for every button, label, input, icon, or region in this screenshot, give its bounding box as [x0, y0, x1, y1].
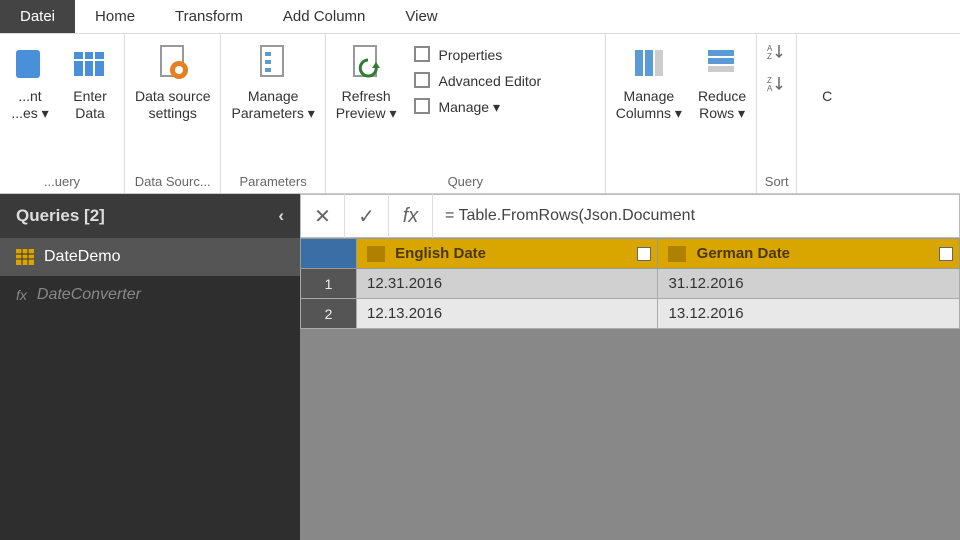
reduce-rows-label: ReduceRows ▾ — [698, 88, 746, 122]
reduce-rows-icon — [702, 44, 742, 84]
ribbon-group-label-query: ...uery — [4, 172, 120, 191]
ribbon-group-label-query2: Query — [330, 172, 601, 191]
menu-transform[interactable]: Transform — [155, 0, 263, 33]
manage-columns-label: ManageColumns ▾ — [616, 88, 682, 122]
recent-sources-button[interactable]: ...nt...es ▾ — [4, 40, 56, 126]
ribbon-group-columns: ManageColumns ▾ ReduceRows ▾ — [606, 34, 757, 193]
manage-icon — [414, 98, 432, 116]
svg-text:A: A — [767, 84, 773, 93]
data-source-settings-button[interactable]: Data sourcesettings — [129, 40, 216, 126]
query-name: DateDemo — [44, 248, 120, 266]
formula-fx-button[interactable]: fx — [389, 194, 433, 238]
svg-text:Z: Z — [767, 52, 772, 61]
parameters-icon — [253, 44, 293, 84]
cell[interactable]: 31.12.2016 — [658, 269, 960, 299]
collapse-icon[interactable]: ‹ — [278, 206, 284, 226]
menu-view[interactable]: View — [385, 0, 457, 33]
recent-sources-label: ...nt...es ▾ — [11, 88, 48, 122]
query-name: DateConverter — [37, 286, 141, 304]
column-dropdown-icon[interactable] — [637, 247, 651, 261]
data-source-icon — [153, 44, 193, 84]
sort-desc-icon: ZA — [766, 74, 786, 94]
column-header-german-date[interactable]: German Date — [658, 239, 960, 269]
data-source-label: Data sourcesettings — [135, 88, 210, 122]
row-number: 2 — [301, 299, 357, 329]
manage-button[interactable]: Manage ▾ — [410, 96, 545, 118]
column-label: German Date — [697, 245, 790, 262]
ribbon-group-label-columns — [610, 187, 752, 191]
recent-sources-icon — [10, 44, 50, 84]
workspace: Queries [2] ‹ DateDemo fx DateConverter … — [0, 194, 960, 540]
formula-cancel-button[interactable]: ✕ — [301, 194, 345, 238]
menu-datei[interactable]: Datei — [0, 0, 75, 33]
properties-icon — [414, 46, 432, 64]
properties-button[interactable]: Properties — [410, 44, 545, 66]
table-icon — [16, 249, 34, 265]
cell[interactable]: 12.31.2016 — [356, 269, 658, 299]
column-type-icon — [668, 246, 686, 262]
properties-label: Properties — [438, 47, 502, 63]
refresh-icon — [346, 44, 386, 84]
manage-label: Manage ▾ — [438, 99, 500, 116]
formula-input[interactable]: = Table.FromRows(Json.Document — [433, 207, 959, 225]
table-row[interactable]: 1 12.31.2016 31.12.2016 — [301, 269, 960, 299]
split-label: C — [822, 88, 832, 105]
query-item-dateconverter[interactable]: fx DateConverter — [0, 276, 300, 314]
ribbon-group-parameters: ManageParameters ▾ Parameters — [221, 34, 325, 193]
main-area: ✕ ✓ fx = Table.FromRows(Json.Document En… — [300, 194, 960, 540]
sort-asc-button[interactable]: AZ — [761, 40, 791, 68]
fx-icon: fx — [16, 287, 27, 303]
enter-data-button[interactable]: EnterData — [60, 40, 120, 126]
advanced-editor-label: Advanced Editor — [438, 73, 541, 89]
refresh-preview-button[interactable]: RefreshPreview ▾ — [330, 40, 403, 126]
advanced-editor-icon — [414, 72, 432, 90]
ribbon-group-label-parameters: Parameters — [225, 172, 320, 191]
enter-data-icon — [70, 44, 110, 84]
menu-add-column[interactable]: Add Column — [263, 0, 386, 33]
refresh-preview-label: RefreshPreview ▾ — [336, 88, 397, 122]
ribbon-group-label-sort: Sort — [761, 172, 792, 191]
manage-columns-icon — [629, 44, 669, 84]
split-column-button[interactable]: C — [801, 40, 853, 109]
queries-title: Queries [2] — [16, 206, 105, 226]
menu-home[interactable]: Home — [75, 0, 155, 33]
enter-data-label: EnterData — [73, 88, 106, 122]
column-label: English Date — [395, 245, 486, 262]
table-row[interactable]: 2 12.13.2016 13.12.2016 — [301, 299, 960, 329]
cell[interactable]: 12.13.2016 — [356, 299, 658, 329]
ribbon-group-query: ...nt...es ▾ EnterData ...uery — [0, 34, 125, 193]
queries-header[interactable]: Queries [2] ‹ — [0, 194, 300, 238]
formula-bar: ✕ ✓ fx = Table.FromRows(Json.Document — [300, 194, 960, 238]
table-corner[interactable] — [301, 239, 357, 269]
ribbon-group-label-data-sources: Data Sourc... — [129, 172, 216, 191]
data-table: English Date German Date 1 12.31.2016 31… — [300, 238, 960, 329]
manage-parameters-label: ManageParameters ▾ — [231, 88, 314, 122]
query-item-datedemo[interactable]: DateDemo — [0, 238, 300, 276]
ribbon: ...nt...es ▾ EnterData ...uery Data sour… — [0, 34, 960, 194]
advanced-editor-button[interactable]: Advanced Editor — [410, 70, 545, 92]
column-dropdown-icon[interactable] — [939, 247, 953, 261]
manage-parameters-button[interactable]: ManageParameters ▾ — [225, 40, 320, 126]
row-number: 1 — [301, 269, 357, 299]
formula-accept-button[interactable]: ✓ — [345, 194, 389, 238]
queries-panel: Queries [2] ‹ DateDemo fx DateConverter — [0, 194, 300, 540]
column-header-english-date[interactable]: English Date — [356, 239, 658, 269]
sort-asc-icon: AZ — [766, 42, 786, 62]
sort-desc-button[interactable]: ZA — [761, 72, 791, 100]
ribbon-group-sort: AZ ZA Sort — [757, 34, 797, 193]
ribbon-group-data-sources: Data sourcesettings Data Sourc... — [125, 34, 221, 193]
split-icon — [807, 44, 847, 84]
manage-columns-button[interactable]: ManageColumns ▾ — [610, 40, 688, 126]
column-type-icon — [367, 246, 385, 262]
ribbon-group-query2: RefreshPreview ▾ Properties Advanced Edi… — [326, 34, 606, 193]
menubar: Datei Home Transform Add Column View — [0, 0, 960, 34]
cell[interactable]: 13.12.2016 — [658, 299, 960, 329]
reduce-rows-button[interactable]: ReduceRows ▾ — [692, 40, 752, 126]
ribbon-group-split: C — [797, 34, 857, 193]
